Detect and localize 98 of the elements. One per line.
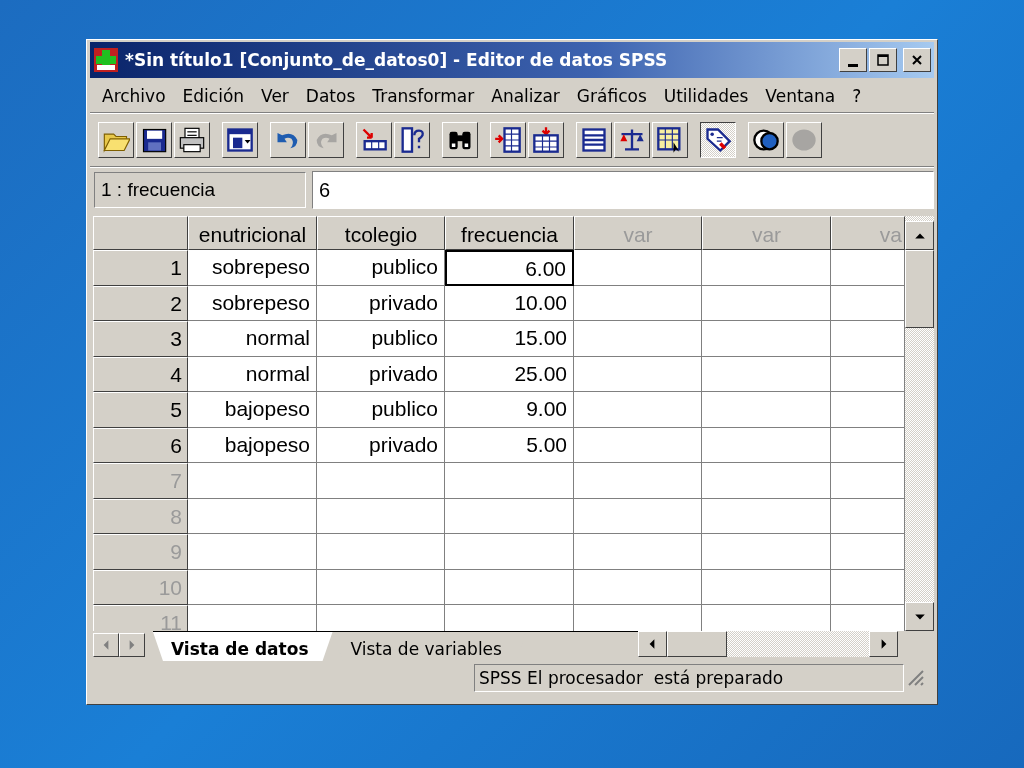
- empty-cell[interactable]: [317, 463, 445, 499]
- row-number[interactable]: 3: [93, 321, 188, 357]
- window-icon: [226, 126, 254, 154]
- row-number[interactable]: 4: [93, 356, 188, 392]
- scroll-left-button[interactable]: [637, 631, 667, 657]
- empty-cell[interactable]: [702, 498, 831, 534]
- empty-cell[interactable]: [445, 534, 574, 570]
- horizontal-scrollbar[interactable]: [637, 631, 898, 657]
- maximize-button[interactable]: [869, 48, 897, 72]
- maximize-icon: [876, 53, 890, 67]
- menu-item[interactable]: Edición: [176, 84, 256, 106]
- empty-cell[interactable]: [574, 534, 702, 570]
- empty-cell[interactable]: [574, 285, 702, 321]
- empty-cell[interactable]: [574, 356, 702, 392]
- table-cell[interactable]: sobrepeso: [188, 250, 317, 286]
- table-cell[interactable]: 9.00: [445, 392, 574, 428]
- menu-item[interactable]: Analizar: [485, 84, 571, 106]
- scroll-thumb[interactable]: [666, 631, 727, 657]
- scroll-down-button[interactable]: [905, 602, 934, 631]
- empty-cell[interactable]: [702, 250, 831, 286]
- app-icon: [93, 47, 119, 73]
- empty-cell[interactable]: [574, 321, 702, 357]
- table-cell[interactable]: sobrepeso: [188, 285, 317, 321]
- corner-cell[interactable]: [93, 216, 188, 250]
- table-cell[interactable]: 5.00: [445, 427, 574, 463]
- empty-cell[interactable]: [574, 427, 702, 463]
- table-cell[interactable]: privado: [317, 356, 445, 392]
- table-cell[interactable]: bajopeso: [188, 392, 317, 428]
- table-cursor-icon: [656, 126, 684, 154]
- row-number[interactable]: 1: [93, 250, 188, 286]
- row-number[interactable]: 2: [93, 285, 188, 321]
- tag-icon: [704, 126, 732, 154]
- scroll-right-button[interactable]: [869, 631, 898, 657]
- menu-item[interactable]: ?: [846, 84, 873, 106]
- close-button[interactable]: [903, 48, 931, 72]
- empty-cell[interactable]: [445, 463, 574, 499]
- empty-cell[interactable]: [317, 569, 445, 605]
- tab[interactable]: Vista de datos: [153, 632, 333, 661]
- table-cell[interactable]: publico: [317, 250, 445, 286]
- empty-cell[interactable]: [702, 569, 831, 605]
- status-text: SPSS El procesador está preparado: [474, 664, 904, 692]
- empty-cell[interactable]: [702, 356, 831, 392]
- tab-scroll-left-button[interactable]: [93, 633, 119, 657]
- empty-cell[interactable]: [702, 392, 831, 428]
- empty-cell[interactable]: [445, 498, 574, 534]
- table-cell[interactable]: bajopeso: [188, 427, 317, 463]
- table-cell[interactable]: privado: [317, 427, 445, 463]
- tab-scroll-right-button[interactable]: [119, 633, 145, 657]
- empty-cell[interactable]: [445, 569, 574, 605]
- empty-cell[interactable]: [702, 534, 831, 570]
- table-cell[interactable]: publico: [317, 392, 445, 428]
- empty-cell[interactable]: [317, 498, 445, 534]
- table-cell[interactable]: 10.00: [445, 285, 574, 321]
- minimize-icon: [848, 64, 858, 67]
- menu-item[interactable]: Ventana: [759, 84, 847, 106]
- empty-cell[interactable]: [574, 569, 702, 605]
- menu-item[interactable]: Transformar: [366, 84, 486, 106]
- menu-item[interactable]: Utilidades: [657, 84, 760, 106]
- scroll-up-button[interactable]: [905, 221, 934, 250]
- insert-row-icon: [494, 126, 522, 154]
- cell-reference: 1 : frecuencia: [94, 172, 306, 208]
- row-number[interactable]: 5: [93, 392, 188, 428]
- scroll-thumb[interactable]: [905, 250, 934, 328]
- empty-cell[interactable]: [702, 285, 831, 321]
- table-icon: [580, 126, 608, 154]
- table-cell[interactable]: 15.00: [445, 321, 574, 357]
- empty-cell[interactable]: [702, 321, 831, 357]
- insert-column-icon: [532, 126, 560, 154]
- table-cell[interactable]: privado: [317, 285, 445, 321]
- cell-editor-field[interactable]: 6: [312, 171, 934, 209]
- empty-cell[interactable]: [574, 498, 702, 534]
- menu-item[interactable]: Gráficos: [570, 84, 658, 106]
- table-cell[interactable]: normal: [188, 356, 317, 392]
- toolbar-button[interactable]: [700, 122, 736, 158]
- arrow-bar-icon: [360, 126, 388, 154]
- menu-item[interactable]: Archivo: [96, 84, 177, 106]
- table-cell[interactable]: 25.00: [445, 356, 574, 392]
- empty-cell[interactable]: [574, 392, 702, 428]
- row-number[interactable]: 6: [93, 427, 188, 463]
- column-header[interactable]: tcolegio: [317, 216, 445, 250]
- resize-grip-icon: [908, 670, 924, 686]
- menu-item[interactable]: Ver: [255, 84, 300, 106]
- close-icon: [910, 53, 924, 67]
- printer-icon: [178, 126, 206, 154]
- table-cell[interactable]: normal: [188, 321, 317, 357]
- table-cell[interactable]: 6.00: [445, 250, 574, 286]
- empty-cell[interactable]: [702, 427, 831, 463]
- column-header[interactable]: enutricional: [188, 216, 317, 250]
- empty-cell[interactable]: [317, 534, 445, 570]
- column-header[interactable]: frecuencia: [445, 216, 574, 250]
- empty-cell[interactable]: [574, 250, 702, 286]
- menu-item[interactable]: Datos: [299, 84, 367, 106]
- empty-cell[interactable]: [574, 463, 702, 499]
- empty-cell[interactable]: [702, 463, 831, 499]
- window-title: *Sin título1 [Conjunto_de_datos0] - Editor de datos SPSS: [125, 50, 669, 70]
- minimize-button[interactable]: [839, 48, 867, 72]
- vertical-scrollbar[interactable]: [905, 216, 934, 631]
- table-cell[interactable]: publico: [317, 321, 445, 357]
